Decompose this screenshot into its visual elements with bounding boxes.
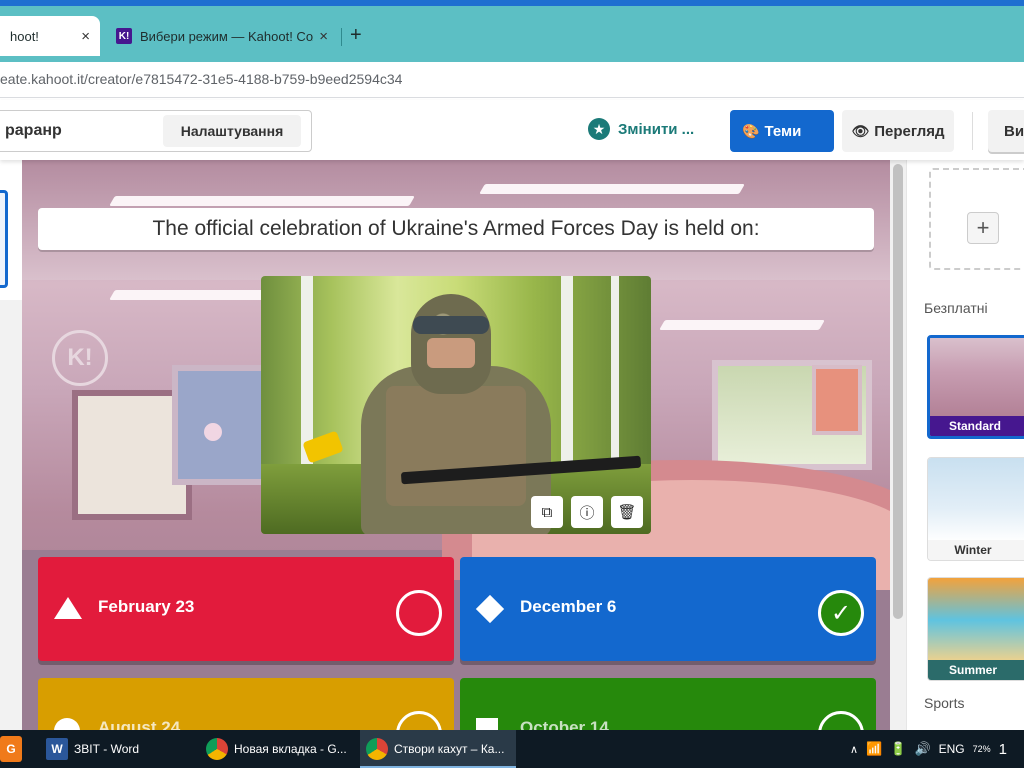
exit-button[interactable]: Ви xyxy=(988,110,1024,152)
correct-toggle[interactable] xyxy=(818,711,864,730)
themes-button[interactable]: 🎨 Теми xyxy=(730,110,834,152)
tab-kahoot-mode[interactable]: K! Вибери режим — Kahoot! Сол × xyxy=(106,16,338,56)
tabstrip-top-line xyxy=(0,0,1024,6)
wifi-icon[interactable]: 📶 xyxy=(866,741,882,757)
slide-list xyxy=(0,160,22,730)
square-icon xyxy=(476,718,498,730)
canvas-scrollbar[interactable] xyxy=(890,160,906,730)
answer-option-3[interactable]: August 24 xyxy=(38,678,454,730)
tab-close-icon[interactable]: × xyxy=(319,28,328,45)
creator-header: раранр Налаштування ★ Змінити ... 🎨 Теми… xyxy=(0,100,1024,160)
theme-thumbnail xyxy=(930,338,1024,422)
info-icon[interactable]: ⓘ xyxy=(571,496,603,528)
chevron-up-icon[interactable]: ∧ xyxy=(850,743,858,756)
kahoot-wall-logo: K! xyxy=(52,330,108,386)
background-shelf xyxy=(812,365,862,435)
chrome-icon xyxy=(206,738,228,760)
volume-icon[interactable]: 🔊 xyxy=(914,741,930,757)
image-face xyxy=(427,338,475,368)
crop-icon[interactable]: ⧉ xyxy=(531,496,563,528)
background-light xyxy=(479,184,745,194)
taskbar-item-label: ЗВІТ - Word xyxy=(74,742,140,756)
background-light xyxy=(109,196,415,206)
language-indicator[interactable]: ENG xyxy=(939,742,965,756)
browser-tabstrip: hoot! × K! Вибери режим — Kahoot! Сол × … xyxy=(0,0,1024,62)
delete-icon[interactable]: 🗑 xyxy=(611,496,643,528)
tab-title: Вибери режим — Kahoot! Сол xyxy=(140,28,314,44)
theme-winter[interactable]: Winter xyxy=(927,457,1024,561)
answer-option-1[interactable]: February 23 xyxy=(38,557,454,661)
themes-label: Теми xyxy=(764,122,802,140)
screen-dot xyxy=(204,423,222,441)
battery-icon[interactable]: 🔋 xyxy=(890,741,906,757)
tab-title: hoot! xyxy=(10,28,39,44)
chrome-icon xyxy=(366,738,388,760)
new-tab-icon[interactable]: + xyxy=(350,24,362,47)
tab-separator xyxy=(341,28,342,46)
diamond-icon xyxy=(475,594,505,624)
preview-label: Перегляд xyxy=(874,122,945,140)
settings-button[interactable]: Налаштування xyxy=(163,115,301,147)
answer-text[interactable]: August 24 xyxy=(98,718,180,730)
slide-thumbnail[interactable] xyxy=(0,190,8,288)
answer-text[interactable]: February 23 xyxy=(98,597,194,617)
answer-option-2[interactable]: December 6 ✓ xyxy=(460,557,876,661)
circle-icon xyxy=(54,718,80,730)
kahoot-favicon: K! xyxy=(116,28,132,44)
theme-thumbnail xyxy=(928,578,1024,662)
answer-text[interactable]: December 6 xyxy=(520,597,616,617)
url-text[interactable]: eate.kahoot.it/creator/e7815472-31e5-418… xyxy=(0,71,402,87)
correct-toggle[interactable] xyxy=(396,590,442,636)
taskbar-item-label: Створи кахут – Ка... xyxy=(394,742,505,756)
star-icon: ★ xyxy=(588,118,610,140)
battery-percent: 72% xyxy=(972,743,991,754)
theme-label: Standard xyxy=(930,416,1024,436)
question-image[interactable]: ⧉ ⓘ 🗑 xyxy=(261,276,651,534)
section-sports-heading: Sports xyxy=(924,695,965,711)
answer-text[interactable]: October 14 xyxy=(520,718,609,730)
themes-panel: + Безплатні Standard Winter Summer Sport… xyxy=(906,160,1024,730)
scrollbar-thumb[interactable] xyxy=(893,164,903,619)
theme-summer[interactable]: Summer xyxy=(927,577,1024,681)
os-taskbar: G W ЗВІТ - Word Новая вкладка - G... Ств… xyxy=(0,730,1024,768)
change-button[interactable]: ★ Змінити ... xyxy=(588,118,694,140)
image-goggles xyxy=(413,316,489,334)
background-light xyxy=(659,320,825,330)
slide-list-background xyxy=(0,300,22,730)
palette-icon: 🎨 xyxy=(742,122,760,139)
kahoot-title[interactable]: раранр xyxy=(5,122,62,140)
start-app-icon[interactable]: G xyxy=(0,736,22,762)
question-text[interactable]: The official celebration of Ukraine's Ar… xyxy=(38,208,874,250)
clock[interactable]: 1 xyxy=(999,741,1007,758)
taskbar-item-chrome-kahoot[interactable]: Створи кахут – Ка... xyxy=(360,730,516,768)
tab-close-icon[interactable]: × xyxy=(81,28,90,45)
correct-toggle[interactable] xyxy=(396,711,442,730)
add-theme-box[interactable]: + xyxy=(929,168,1024,270)
section-free-heading: Безплатні xyxy=(924,300,988,316)
theme-thumbnail xyxy=(928,458,1024,542)
kahoot-title-box[interactable]: раранр Налаштування xyxy=(0,110,312,152)
system-tray: ∧ 📶 🔋 🔊 ENG 72% 1 xyxy=(850,730,1007,768)
answer-option-4[interactable]: October 14 xyxy=(460,678,876,730)
address-bar[interactable]: eate.kahoot.it/creator/e7815472-31e5-418… xyxy=(0,62,1024,98)
header-divider xyxy=(972,112,973,150)
taskbar-item-word[interactable]: W ЗВІТ - Word xyxy=(40,730,196,768)
correct-toggle-checked[interactable]: ✓ xyxy=(818,590,864,636)
change-label: Змінити ... xyxy=(618,120,695,138)
taskbar-item-label: Новая вкладка - G... xyxy=(234,742,347,756)
theme-label: Winter xyxy=(928,540,1024,560)
eye-icon: 👁 xyxy=(851,122,870,139)
add-icon[interactable]: + xyxy=(967,212,999,244)
image-toolbar: ⧉ ⓘ 🗑 xyxy=(531,496,643,528)
theme-standard[interactable]: Standard xyxy=(927,335,1024,439)
question-canvas: K! The official celebration of Ukraine's… xyxy=(22,160,890,730)
checkmark-icon: ✓ xyxy=(830,599,852,627)
taskbar-item-chrome-newtab[interactable]: Новая вкладка - G... xyxy=(200,730,352,768)
word-icon: W xyxy=(46,738,68,760)
image-soldier-vest xyxy=(386,386,526,506)
tab-kahoot-creator[interactable]: hoot! × xyxy=(0,16,100,56)
triangle-icon xyxy=(54,597,82,619)
preview-button[interactable]: 👁 Перегляд xyxy=(842,110,954,152)
theme-label: Summer xyxy=(928,660,1024,680)
